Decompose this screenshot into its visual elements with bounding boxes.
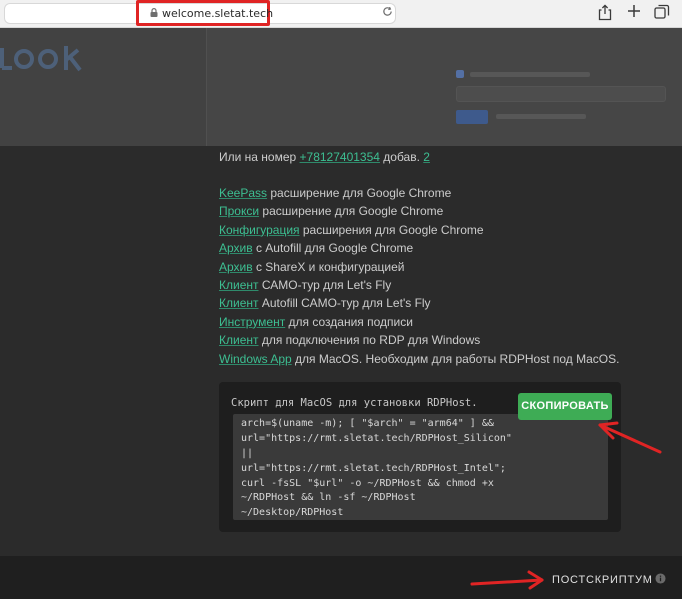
reload-icon[interactable] [382,6,393,17]
phone-ext-label: добав. [379,150,424,164]
list-item-text: Autofill САМО-тур для Let's Fly [258,296,431,311]
code-line: ~/RDPHost && ln -sf ~/RDPHost [241,492,416,504]
code-lines: arch=$(uname -m); [ "$arch" = "arm64" ] … [241,417,512,521]
phone-link[interactable]: +78127401354 [300,150,380,164]
link-archive-autofill[interactable]: Архив [219,241,253,255]
phone-line: Или на номер +78127401354 добав. 2 [219,150,430,164]
code-line: || [241,447,254,459]
list-item-text: САМО-тур для Let's Fly [258,277,392,292]
link-signature-tool[interactable]: Инструмент [219,315,285,329]
copy-button[interactable]: СКОПИРОВАТЬ [518,393,612,420]
list-item-text: расширение для Google Chrome [259,204,444,219]
list-item: Клиент САМО-тур для Let's Fly [219,278,619,296]
code-line: url="https://rmt.sletat.tech/RDPHost_Sil… [241,432,512,444]
list-item-text: с Autofill для Google Chrome [252,241,414,256]
list-item: Архив с Autofill для Google Chrome [219,241,619,259]
lock-icon [150,8,158,17]
info-icon[interactable] [655,573,666,584]
list-item-text: для создания подписи [285,314,413,329]
link-proxy[interactable]: Прокси [219,204,259,218]
script-title: Скрипт для MacOS для установки RDPHost. [231,397,478,409]
list-item: Конфигурация расширения для Google Chrom… [219,223,619,241]
code-line: curl -fsSL "$url" -o ~/RDPHost && chmod … [241,477,494,489]
url-text[interactable]: welcome.sletat.tech [162,7,273,20]
list-item: Клиент для подключения по RDP для Window… [219,333,619,351]
code-line: ~/Desktop/RDPHost [241,507,344,519]
phone-prefix: Или на номер [219,150,300,164]
link-config[interactable]: Конфигурация [219,223,300,237]
list-item: Инструмент для создания подписи [219,315,619,333]
postscript-link[interactable]: ПОСТСКРИПТУМ [552,574,653,586]
list-item: Клиент Autofill САМО-тур для Let's Fly [219,296,619,314]
site-logo [0,40,84,86]
dimmed-input [456,86,666,102]
code-line: arch=$(uname -m); [ "$arch" = "arm64" ] … [241,418,494,429]
link-client-rdp[interactable]: Клиент [219,333,259,347]
link-client-samo[interactable]: Клиент [219,278,259,292]
list-item: Прокси расширение для Google Chrome [219,204,619,222]
list-item-text: расширения для Google Chrome [299,222,484,237]
share-icon[interactable] [598,4,612,21]
link-windows-app[interactable]: Windows App [219,352,292,366]
dimmed-text-line [496,114,586,119]
list-item-text: для MacOS. Необходим для работы RDPHost … [291,351,620,366]
list-item: KeePass расширение для Google Chrome [219,186,619,204]
link-archive-sharex[interactable]: Архив [219,260,253,274]
phone-ext-link[interactable]: 2 [423,150,430,164]
list-item: Архив с ShareX и конфигурацией [219,260,619,278]
list-item-text: для подключения по RDP для Windows [258,333,481,348]
link-keepass[interactable]: KeePass [219,186,267,200]
list-item-text: расширение для Google Chrome [267,186,452,200]
download-links-list: KeePass расширение для Google Chrome Про… [219,186,619,370]
plus-icon[interactable] [626,3,642,19]
link-client-autofill-samo[interactable]: Клиент [219,296,259,310]
code-line: url="https://rmt.sletat.tech/RDPHost_Int… [241,462,506,474]
list-item: Windows App для MacOS. Необходим для раб… [219,352,619,370]
list-item-text: с ShareX и конфигурацией [252,259,405,274]
logo-graphic-icon [0,46,82,72]
dimmed-checkbox [456,70,464,78]
tabs-icon[interactable] [654,4,670,20]
dimmed-button [456,110,488,124]
dimmed-text-line [470,72,590,77]
